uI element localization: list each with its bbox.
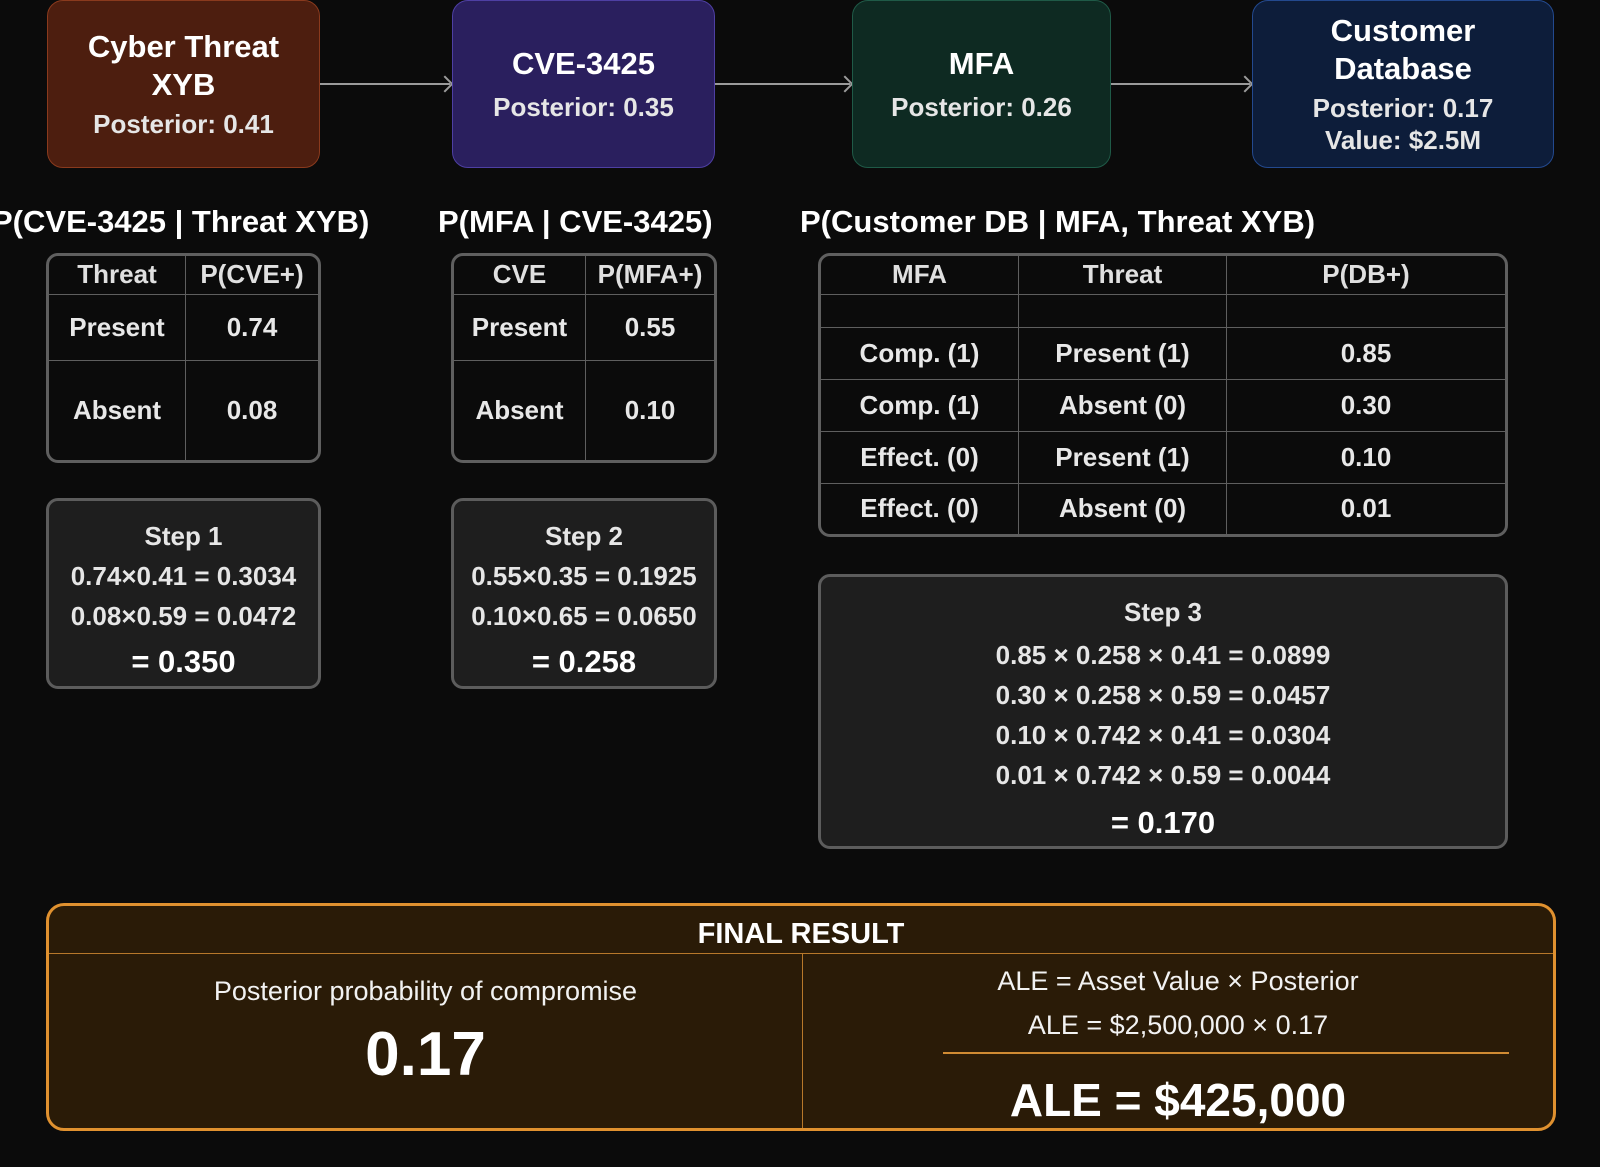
step1-box: Step 1 0.74×0.41 = 0.3034 0.08×0.59 = 0.… <box>46 498 321 689</box>
cpt2-header: CVE <box>454 256 586 295</box>
step1-title: Step 1 <box>144 521 223 551</box>
node-title: Cyber Threat <box>87 29 280 64</box>
node-asset-value: Value: $2.5M <box>1324 125 1482 155</box>
node-posterior: Posterior: 0.17 <box>1312 93 1494 123</box>
node-posterior: Posterior: 0.35 <box>493 92 674 122</box>
cpt3-cell: Comp. (1) <box>821 378 1019 432</box>
node-title: CVE-3425 <box>511 46 656 81</box>
cpt2-cell: 0.10 <box>585 359 714 460</box>
cpt3-empty-cell <box>1018 293 1227 328</box>
cpt1-header: P(CVE+) <box>185 256 318 295</box>
step1-total: = 0.350 <box>131 644 236 679</box>
step2-line: 0.55×0.35 = 0.1925 <box>471 561 697 591</box>
cpt3-heading: P(Customer DB | MFA, Threat XYB) <box>800 204 1316 239</box>
cpt1-cell: 0.08 <box>185 359 318 460</box>
cpt3-cell: 0.10 <box>1226 430 1505 484</box>
node-title: Customer <box>1330 13 1476 48</box>
cpt3-cell: Present (1) <box>1018 326 1227 380</box>
step3-line: 0.85 × 0.258 × 0.41 = 0.0899 <box>995 640 1331 670</box>
cpt3-empty-cell <box>1226 293 1505 328</box>
edge-mfa-to-db <box>1111 83 1250 85</box>
posterior-label: Posterior probability of compromise <box>213 976 638 1006</box>
ale-substitution: ALE = $2,500,000 × 0.17 <box>1027 1010 1329 1040</box>
cpt3-cell: Absent (0) <box>1018 378 1227 432</box>
cpt3-cell: 0.30 <box>1226 378 1505 432</box>
cpt2-cell: Absent <box>454 359 586 460</box>
cpt3-cell: Present (1) <box>1018 430 1227 484</box>
step3-line: 0.10 × 0.742 × 0.41 = 0.0304 <box>995 720 1331 750</box>
step3-line: 0.01 × 0.742 × 0.59 = 0.0044 <box>995 760 1331 790</box>
cpt3-cell: Effect. (0) <box>821 482 1019 534</box>
cpt2-table: CVE P(MFA+) Present 0.55 Absent 0.10 <box>451 253 717 463</box>
node-title-line2: Database <box>1334 51 1472 86</box>
cpt1-header: Threat <box>49 256 186 295</box>
node-cyber-threat: Cyber Threat XYB Posterior: 0.41 <box>47 0 320 168</box>
node-cve-3425: CVE-3425 Posterior: 0.35 <box>452 0 715 168</box>
node-title: MFA <box>948 46 1015 81</box>
cpt3-cell: Absent (0) <box>1018 482 1227 534</box>
cpt2-header: P(MFA+) <box>585 256 714 295</box>
ale-rule <box>943 1052 1509 1054</box>
step1-line: 0.08×0.59 = 0.0472 <box>70 601 297 631</box>
cpt2-cell: 0.55 <box>585 293 714 361</box>
edge-cve-to-mfa <box>715 83 850 85</box>
step2-title: Step 2 <box>544 521 624 551</box>
cpt3-table: MFA Threat P(DB+) Comp. (1) Present (1) … <box>818 253 1508 537</box>
cpt3-header: MFA <box>821 256 1019 295</box>
cpt3-empty-cell <box>821 293 1019 328</box>
cpt1-cell: 0.74 <box>185 293 318 361</box>
cpt1-cell: Present <box>49 293 186 361</box>
step1-line: 0.74×0.41 = 0.3034 <box>70 561 297 591</box>
node-customer-database: Customer Database Posterior: 0.17 Value:… <box>1252 0 1554 168</box>
cpt3-header: Threat <box>1018 256 1227 295</box>
cpt3-cell: Comp. (1) <box>821 326 1019 380</box>
final-result-panel: FINAL RESULT Posterior probability of co… <box>46 903 1556 1131</box>
cpt2-cell: Present <box>454 293 586 361</box>
ale-result: ALE = $425,000 <box>1009 1074 1347 1126</box>
final-result-title: FINAL RESULT <box>49 906 1553 954</box>
ale-formula: ALE = Asset Value × Posterior <box>997 966 1359 996</box>
cpt3-cell: 0.85 <box>1226 326 1505 380</box>
cpt3-cell: 0.01 <box>1226 482 1505 534</box>
cpt3-cell: Effect. (0) <box>821 430 1019 484</box>
step3-line: 0.30 × 0.258 × 0.59 = 0.0457 <box>995 680 1331 710</box>
posterior-value: 0.17 <box>365 1020 486 1089</box>
node-posterior: Posterior: 0.26 <box>891 92 1072 122</box>
step3-total: = 0.170 <box>1110 805 1216 840</box>
cpt1-cell: Absent <box>49 359 186 460</box>
node-posterior: Posterior: 0.41 <box>93 109 274 139</box>
cpt2-heading: P(MFA | CVE-3425) <box>438 204 713 239</box>
node-title-line2: XYB <box>151 67 216 102</box>
step3-box: Step 3 0.85 × 0.258 × 0.41 = 0.0899 0.30… <box>818 574 1508 849</box>
step2-box: Step 2 0.55×0.35 = 0.1925 0.10×0.65 = 0.… <box>451 498 717 689</box>
cpt1-table: Threat P(CVE+) Present 0.74 Absent 0.08 <box>46 253 321 463</box>
step3-title: Step 3 <box>1123 597 1203 627</box>
node-mfa: MFA Posterior: 0.26 <box>852 0 1111 168</box>
step2-total: = 0.258 <box>531 644 637 679</box>
cpt1-heading: P(CVE-3425 | Threat XYB) <box>0 204 370 239</box>
cpt3-header: P(DB+) <box>1226 256 1505 295</box>
edge-threat-to-cve <box>320 83 450 85</box>
step2-line: 0.10×0.65 = 0.0650 <box>471 601 697 631</box>
